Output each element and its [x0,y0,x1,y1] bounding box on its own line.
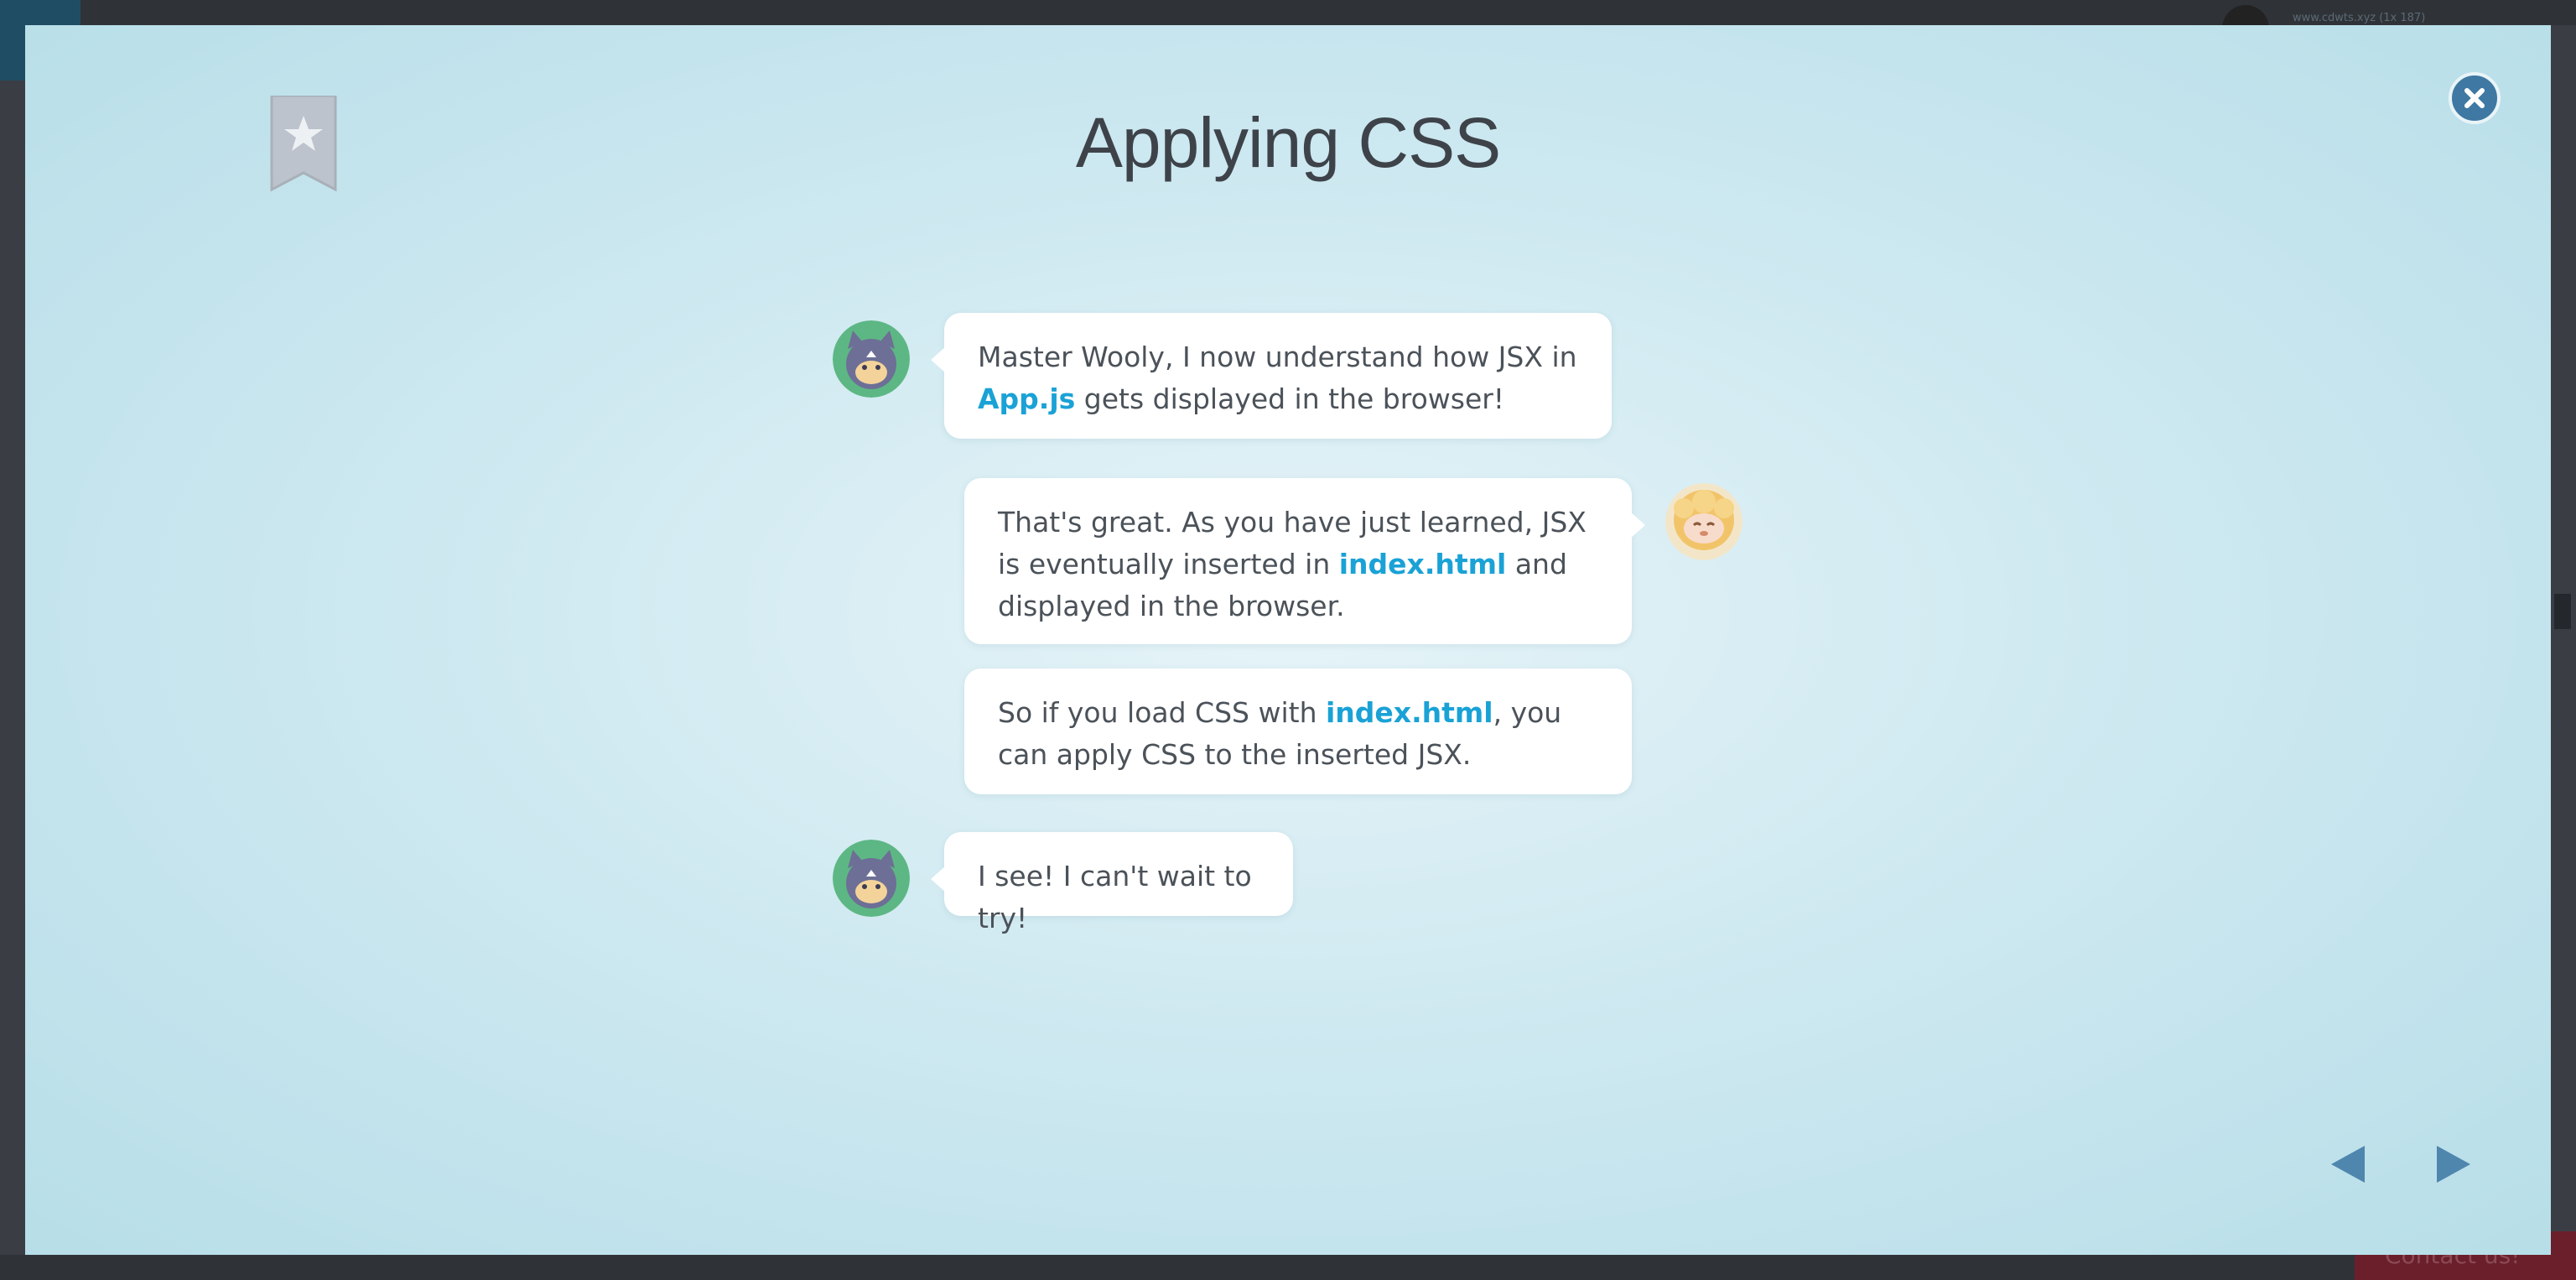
message-text: gets displayed in the browser! [1075,382,1505,415]
slide-title: Applying CSS [1075,103,1501,182]
code-highlight: App.js [978,382,1076,415]
student-avatar [833,840,910,917]
background-user-text: www.cdwts.xyz (1x 187) [2293,12,2426,24]
previous-slide-button[interactable] [2326,1141,2373,1188]
message-text: I see! I can't wait to try! [978,860,1252,934]
close-button[interactable] [2449,72,2501,124]
background-bottom-bar [0,1255,2576,1280]
background-scrollbar[interactable] [2547,81,2576,1255]
triangle-left-icon [2331,1146,2365,1183]
wooly-avatar [1665,483,1742,560]
triangle-right-icon [2437,1146,2470,1183]
message-text: So if you load CSS with [998,696,1326,729]
lesson-slide-modal: Applying CSS Master Wooly, I now underst… [25,25,2551,1255]
student-avatar [833,320,910,398]
chat-bubble-wooly: That's great. As you have just learned, … [964,478,1645,644]
code-highlight: index.html [1325,696,1493,729]
chat-bubble-student: Master Wooly, I now understand how JSX i… [931,313,1612,439]
background-scrollbar-thumb[interactable] [2554,594,2571,629]
next-slide-button[interactable] [2428,1141,2475,1188]
message-text: Master Wooly, I now understand how JSX i… [978,341,1577,373]
background-top-bar [0,0,2576,25]
chat-bubble-student: I see! I can't wait to try! [931,832,1293,934]
close-icon [2464,88,2485,108]
code-highlight: index.html [1338,548,1507,580]
chat-bubble-wooly: So if you load CSS with index.html, you … [964,669,1632,794]
